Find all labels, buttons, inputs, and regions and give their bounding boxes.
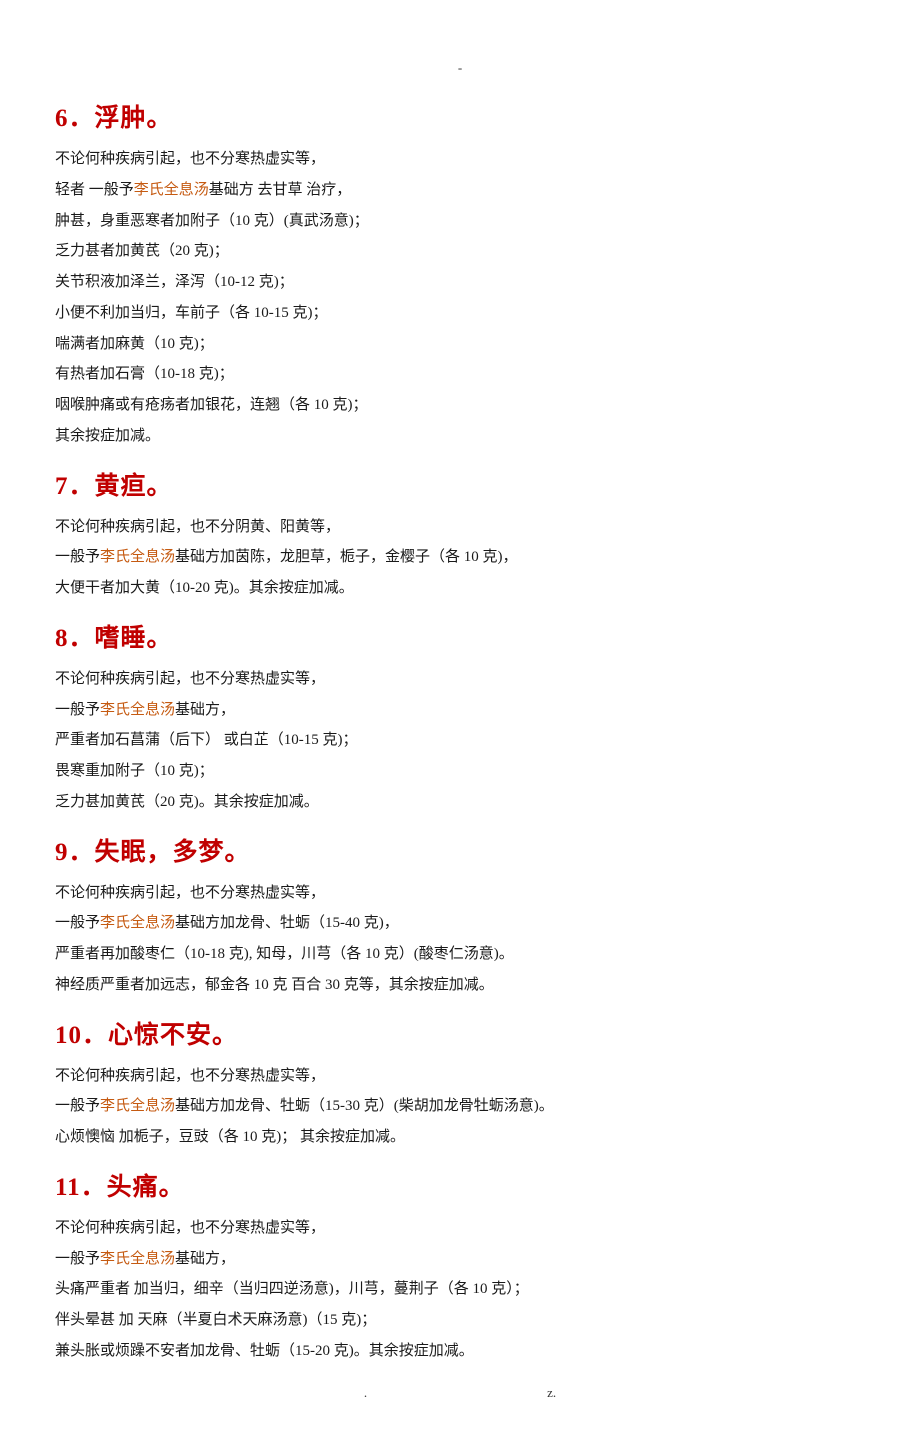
- footer-right: z.: [547, 1385, 556, 1401]
- section-heading: 6．浮肿。: [55, 98, 865, 134]
- text-run: 严重者加石菖蒲（后下） 或白芷（10-15 克)；: [55, 732, 358, 748]
- page-top-mark: -: [55, 60, 865, 76]
- text-run: 不论何种疾病引起，也不分寒热虚实等，: [55, 1068, 325, 1084]
- body-line: 严重者再加酸枣仁（10-18 克), 知母，川芎（各 10 克）(酸枣仁汤意)。: [55, 939, 865, 970]
- section-number: 10: [55, 1022, 82, 1049]
- text-run: 头痛严重者 加当归，细辛（当归四逆汤意)，川芎，蔓荆子（各 10 克）；: [55, 1281, 529, 1297]
- body-line: 畏寒重加附子（10 克)；: [55, 756, 865, 787]
- section-number: 6: [55, 105, 69, 132]
- text-run: 其余按症加减。: [55, 428, 160, 444]
- body-line: 伴头晕甚 加 天麻（半夏白术天麻汤意)（15 克)；: [55, 1305, 865, 1336]
- section-title: ．浮肿。: [69, 105, 173, 132]
- section-number: 7: [55, 473, 69, 500]
- document-body: 6．浮肿。不论何种疾病引起，也不分寒热虚实等，轻者 一般予李氏全息汤基础方 去甘…: [55, 98, 865, 1367]
- formula-name-highlight: 李氏全息汤: [100, 915, 175, 931]
- body-line: 乏力甚加黄芪（20 克)。其余按症加减。: [55, 787, 865, 818]
- text-run: 基础方 去甘草 治疗，: [209, 182, 352, 198]
- text-run: 心烦懊恼 加栀子，豆豉（各 10 克)； 其余按症加减。: [55, 1129, 405, 1145]
- body-line: 不论何种疾病引起，也不分寒热虚实等，: [55, 664, 865, 695]
- text-run: 基础方，: [175, 1251, 235, 1267]
- body-line: 一般予李氏全息汤基础方加龙骨、牡蛎（15-40 克)，: [55, 908, 865, 939]
- text-run: 乏力甚加黄芪（20 克)。其余按症加减。: [55, 794, 319, 810]
- text-run: 一般予: [55, 549, 100, 565]
- section-title: ．嗜睡。: [69, 625, 173, 652]
- text-run: 一般予: [55, 1098, 100, 1114]
- body-line: 一般予李氏全息汤基础方加茵陈，龙胆草，栀子，金樱子（各 10 克)，: [55, 542, 865, 573]
- body-line: 一般予李氏全息汤基础方，: [55, 1244, 865, 1275]
- text-run: 兼头胀或烦躁不安者加龙骨、牡蛎（15-20 克)。其余按症加减。: [55, 1343, 474, 1359]
- body-line: 关节积液加泽兰，泽泻（10-12 克)；: [55, 267, 865, 298]
- section-heading: 11．头痛。: [55, 1167, 865, 1203]
- body-line: 其余按症加减。: [55, 421, 865, 452]
- formula-name-highlight: 李氏全息汤: [100, 549, 175, 565]
- body-line: 轻者 一般予李氏全息汤基础方 去甘草 治疗，: [55, 175, 865, 206]
- text-run: 基础方加龙骨、牡蛎（15-40 克)，: [175, 915, 399, 931]
- text-run: 严重者再加酸枣仁（10-18 克), 知母，川芎（各 10 克）(酸枣仁汤意)。: [55, 946, 514, 962]
- section-number: 8: [55, 625, 69, 652]
- body-line: 不论何种疾病引起，也不分寒热虚实等，: [55, 878, 865, 909]
- text-run: 不论何种疾病引起，也不分阴黄、阳黄等，: [55, 519, 340, 535]
- body-line: 大便干者加大黄（10-20 克)。其余按症加减。: [55, 573, 865, 604]
- formula-name-highlight: 李氏全息汤: [100, 1098, 175, 1114]
- section-title: ．失眠，多梦。: [69, 839, 251, 866]
- text-run: 一般予: [55, 1251, 100, 1267]
- footer-left: .: [364, 1385, 367, 1401]
- text-run: 不论何种疾病引起，也不分寒热虚实等，: [55, 1220, 325, 1236]
- body-line: 兼头胀或烦躁不安者加龙骨、牡蛎（15-20 克)。其余按症加减。: [55, 1336, 865, 1367]
- text-run: 肿甚，身重恶寒者加附子（10 克）(真武汤意)；: [55, 213, 369, 229]
- body-line: 咽喉肿痛或有疮疡者加银花，连翘（各 10 克)；: [55, 390, 865, 421]
- text-run: 不论何种疾病引起，也不分寒热虚实等，: [55, 151, 325, 167]
- section-heading: 8．嗜睡。: [55, 618, 865, 654]
- body-line: 肿甚，身重恶寒者加附子（10 克）(真武汤意)；: [55, 206, 865, 237]
- body-line: 小便不利加当归，车前子（各 10-15 克)；: [55, 298, 865, 329]
- section-title: ．心惊不安。: [82, 1022, 238, 1049]
- body-line: 不论何种疾病引起，也不分寒热虚实等，: [55, 144, 865, 175]
- text-run: 伴头晕甚 加 天麻（半夏白术天麻汤意)（15 克)；: [55, 1312, 376, 1328]
- section-number: 9: [55, 839, 69, 866]
- body-line: 不论何种疾病引起，也不分阴黄、阳黄等，: [55, 512, 865, 543]
- body-line: 乏力甚者加黄芪（20 克)；: [55, 236, 865, 267]
- document-page: - 6．浮肿。不论何种疾病引起，也不分寒热虚实等，轻者 一般予李氏全息汤基础方 …: [0, 0, 920, 1441]
- body-line: 严重者加石菖蒲（后下） 或白芷（10-15 克)；: [55, 725, 865, 756]
- text-run: 咽喉肿痛或有疮疡者加银花，连翘（各 10 克)；: [55, 397, 368, 413]
- text-run: 有热者加石膏（10-18 克)；: [55, 366, 234, 382]
- text-run: 大便干者加大黄（10-20 克)。其余按症加减。: [55, 580, 354, 596]
- text-run: 小便不利加当归，车前子（各 10-15 克)；: [55, 305, 328, 321]
- text-run: 轻者 一般予: [55, 182, 134, 198]
- body-line: 一般予李氏全息汤基础方，: [55, 695, 865, 726]
- text-run: 畏寒重加附子（10 克)；: [55, 763, 214, 779]
- text-run: 一般予: [55, 915, 100, 931]
- body-line: 头痛严重者 加当归，细辛（当归四逆汤意)，川芎，蔓荆子（各 10 克）；: [55, 1274, 865, 1305]
- text-run: 一般予: [55, 702, 100, 718]
- body-line: 不论何种疾病引起，也不分寒热虚实等，: [55, 1061, 865, 1092]
- body-line: 心烦懊恼 加栀子，豆豉（各 10 克)； 其余按症加减。: [55, 1122, 865, 1153]
- body-line: 喘满者加麻黄（10 克)；: [55, 329, 865, 360]
- section-heading: 9．失眠，多梦。: [55, 832, 865, 868]
- text-run: 乏力甚者加黄芪（20 克)；: [55, 243, 229, 259]
- body-line: 神经质严重者加远志，郁金各 10 克 百合 30 克等，其余按症加减。: [55, 970, 865, 1001]
- formula-name-highlight: 李氏全息汤: [100, 1251, 175, 1267]
- page-footer: . z.: [55, 1385, 865, 1401]
- section-heading: 7．黄疸。: [55, 466, 865, 502]
- text-run: 喘满者加麻黄（10 克)；: [55, 336, 214, 352]
- formula-name-highlight: 李氏全息汤: [100, 702, 175, 718]
- section-number: 11: [55, 1174, 81, 1201]
- text-run: 不论何种疾病引起，也不分寒热虚实等，: [55, 671, 325, 687]
- body-line: 一般予李氏全息汤基础方加龙骨、牡蛎（15-30 克）(柴胡加龙骨牡蛎汤意)。: [55, 1091, 865, 1122]
- text-run: 不论何种疾病引起，也不分寒热虚实等，: [55, 885, 325, 901]
- section-title: ．头痛。: [81, 1174, 185, 1201]
- text-run: 神经质严重者加远志，郁金各 10 克 百合 30 克等，其余按症加减。: [55, 977, 494, 993]
- section-title: ．黄疸。: [69, 473, 173, 500]
- text-run: 基础方，: [175, 702, 235, 718]
- body-line: 不论何种疾病引起，也不分寒热虚实等，: [55, 1213, 865, 1244]
- text-run: 关节积液加泽兰，泽泻（10-12 克)；: [55, 274, 294, 290]
- text-run: 基础方加龙骨、牡蛎（15-30 克）(柴胡加龙骨牡蛎汤意)。: [175, 1098, 554, 1114]
- section-heading: 10．心惊不安。: [55, 1015, 865, 1051]
- formula-name-highlight: 李氏全息汤: [134, 182, 209, 198]
- body-line: 有热者加石膏（10-18 克)；: [55, 359, 865, 390]
- text-run: 基础方加茵陈，龙胆草，栀子，金樱子（各 10 克)，: [175, 549, 518, 565]
